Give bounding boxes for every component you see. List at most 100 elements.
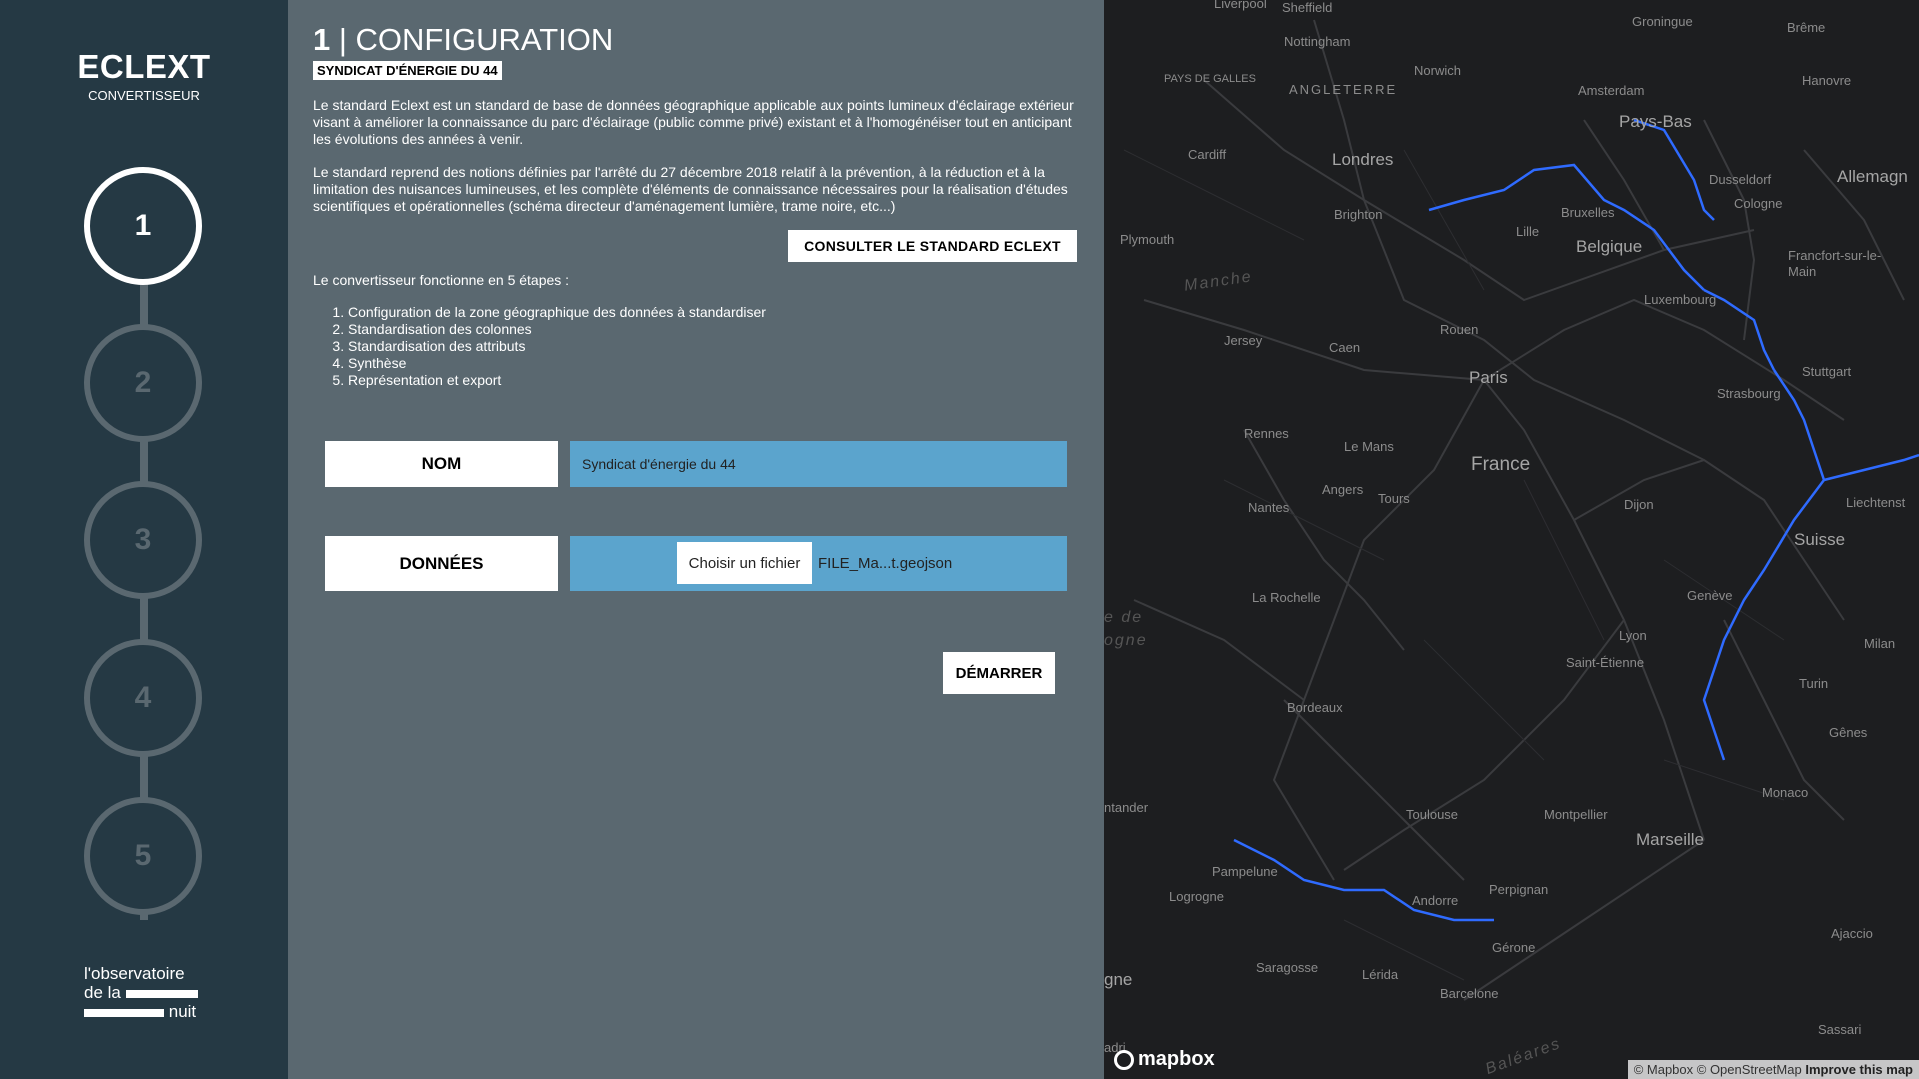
map-label: Jersey xyxy=(1224,333,1263,348)
map-label: Luxembourg xyxy=(1644,292,1717,307)
map-label: Hanovre xyxy=(1802,73,1852,88)
map-label: Sheffield xyxy=(1282,0,1333,15)
map-label: Cologne xyxy=(1734,196,1783,211)
map-label: Marseille xyxy=(1636,830,1705,849)
list-item: Représentation et export xyxy=(348,372,766,389)
map-label: Lérida xyxy=(1362,967,1399,982)
map-label: Norwich xyxy=(1414,63,1461,78)
page-title: 1 | CONFIGURATION xyxy=(313,22,614,57)
map-label: Groningue xyxy=(1632,14,1693,29)
config-panel: 1 | CONFIGURATION SYNDICAT D'ÉNERGIE DU … xyxy=(288,0,1104,1079)
step-1[interactable]: 1 xyxy=(84,167,202,285)
map-view[interactable]: Liverpool Sheffield Nottingham Norwich G… xyxy=(1104,0,1919,1079)
map-label: La Rochelle xyxy=(1252,590,1321,605)
map-label: Dusseldorf xyxy=(1709,172,1772,187)
observatoire-logo: l'observatoire de la nuit xyxy=(84,964,209,1021)
mapbox-logo-text: mapbox xyxy=(1138,1048,1215,1070)
map-label: Brême xyxy=(1787,20,1826,35)
map-attribution: © Mapbox © OpenStreetMap Improve this ma… xyxy=(1627,1060,1919,1079)
mapbox-logo[interactable]: mapbox xyxy=(1114,1048,1215,1071)
map-label: France xyxy=(1471,454,1531,475)
map-label: Monaco xyxy=(1762,785,1809,800)
step-2[interactable]: 2 xyxy=(84,324,202,442)
map-label: Allemagn xyxy=(1837,167,1908,186)
map-label: Perpignan xyxy=(1489,882,1549,897)
map-label: Liechtenst xyxy=(1846,495,1906,510)
map-label: Brighton xyxy=(1334,207,1383,222)
map-label: Sassari xyxy=(1818,1022,1862,1037)
map-label: Montpellier xyxy=(1544,807,1608,822)
list-item: Synthèse xyxy=(348,355,766,372)
map-label: Belgique xyxy=(1576,237,1643,256)
logo-line-2: de la xyxy=(84,983,209,1002)
list-item: Configuration de la zone géographique de… xyxy=(348,304,766,321)
map-label: Gérone xyxy=(1492,940,1536,955)
map-label: Angers xyxy=(1322,482,1364,497)
map-label: Stuttgart xyxy=(1802,364,1852,379)
map-label: Paris xyxy=(1469,368,1508,387)
start-button[interactable]: DÉMARRER xyxy=(943,652,1055,694)
map-label: Suisse xyxy=(1794,530,1846,549)
map-label: Saragosse xyxy=(1256,960,1319,975)
step-5[interactable]: 5 xyxy=(84,797,202,915)
map-label: gne xyxy=(1104,970,1133,989)
map-label: Turin xyxy=(1799,676,1829,691)
consult-standard-button[interactable]: CONSULTER LE STANDARD ECLEXT xyxy=(788,230,1077,262)
app-title: ECLEXT xyxy=(77,48,211,85)
map-label: Lille xyxy=(1516,224,1540,239)
logo-line-1: l'observatoire xyxy=(84,964,185,983)
map-label: Plymouth xyxy=(1120,232,1175,247)
map-label: ogne xyxy=(1104,632,1148,649)
map-label: Milan xyxy=(1864,636,1896,651)
map-label: Cardiff xyxy=(1188,147,1227,162)
list-item: Standardisation des colonnes xyxy=(348,321,766,338)
map-label: Dijon xyxy=(1624,497,1654,512)
step-4[interactable]: 4 xyxy=(84,639,202,757)
map-label: Gênes xyxy=(1829,725,1868,740)
map-label: Bordeaux xyxy=(1287,700,1343,715)
nom-field[interactable]: Syndicat d'énergie du 44 xyxy=(570,441,1067,487)
map-label: Nottingham xyxy=(1284,34,1351,49)
improve-map-link[interactable]: Improve this map xyxy=(1805,1062,1913,1077)
attribution-text[interactable]: © Mapbox © OpenStreetMap xyxy=(1634,1062,1802,1077)
map-label: Caen xyxy=(1329,340,1361,355)
map-label: ANGLETERRE xyxy=(1289,82,1398,97)
map-label: Saint-Étienne xyxy=(1566,655,1645,670)
map-label: Pampelune xyxy=(1212,864,1278,879)
map-label: Amsterdam xyxy=(1578,83,1645,98)
map-label: Francfort-sur-le-Main xyxy=(1788,248,1882,279)
map-label: Ajaccio xyxy=(1831,926,1873,941)
map-label: Toulouse xyxy=(1406,807,1459,822)
map-label: Bruxelles xyxy=(1561,205,1615,220)
map-label: Liverpool xyxy=(1214,0,1267,11)
nom-label: NOM xyxy=(325,441,558,487)
mapbox-icon xyxy=(1114,1049,1134,1070)
map-label: Lyon xyxy=(1619,628,1647,643)
map-label: Londres xyxy=(1332,150,1394,169)
step-3[interactable]: 3 xyxy=(84,481,202,599)
logo-line-3: nuit xyxy=(84,1002,209,1021)
map-label: Andorre xyxy=(1412,893,1459,908)
steps-intro: Le convertisseur fonctionne en 5 étapes … xyxy=(313,272,570,288)
app-subtitle: CONVERTISSEUR xyxy=(88,88,200,103)
map-label: Genève xyxy=(1687,588,1733,603)
map-label: Logrogne xyxy=(1169,889,1224,904)
choose-file-button[interactable]: Choisir un fichier xyxy=(677,542,812,584)
map-label: Le Mans xyxy=(1344,439,1394,454)
donnees-field: Choisir un fichier FILE_Ma...t.geojson xyxy=(570,536,1067,591)
map-label: Nantes xyxy=(1248,500,1290,515)
donnees-label: DONNÉES xyxy=(325,536,558,591)
file-name: FILE_Ma...t.geojson xyxy=(818,555,953,572)
map-label: Pays-Bas xyxy=(1619,112,1692,131)
map-label: Tours xyxy=(1378,491,1410,506)
map-label: Rennes xyxy=(1244,426,1289,441)
map-label: Rouen xyxy=(1440,322,1479,337)
sidebar: ECLEXT CONVERTISSEUR 1 2 3 4 5 l'observa… xyxy=(0,0,288,1079)
nom-value: Syndicat d'énergie du 44 xyxy=(582,456,736,472)
map-label: e de xyxy=(1104,609,1144,626)
map-label: ntander xyxy=(1104,800,1149,815)
map-label: Strasbourg xyxy=(1717,386,1781,401)
steps-list: Configuration de la zone géographique de… xyxy=(323,304,766,389)
map-label: Barcelone xyxy=(1440,986,1499,1001)
intro-paragraph-2: Le standard reprend des notions définies… xyxy=(313,164,1068,214)
